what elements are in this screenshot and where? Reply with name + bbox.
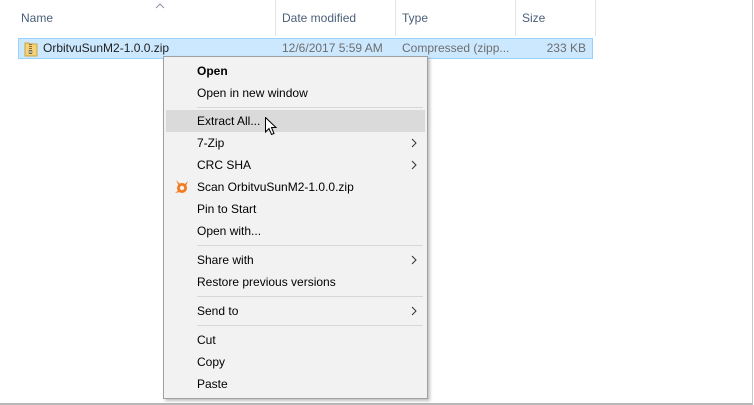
- menu-separator: [197, 296, 423, 297]
- explorer-window: Name Date modified Type Size OrbitvuSunM…: [0, 0, 753, 405]
- menu-cut-label: Cut: [197, 333, 216, 347]
- menu-open-with-label: Open with...: [197, 224, 262, 238]
- menu-paste-label: Paste: [197, 377, 228, 391]
- menu-crc-sha[interactable]: CRC SHA: [166, 154, 425, 176]
- menu-pin-to-start[interactable]: Pin to Start: [166, 198, 425, 220]
- menu-open-new-window-label: Open in new window: [197, 86, 308, 100]
- column-date-label: Date modified: [282, 11, 357, 25]
- chevron-right-icon: [411, 160, 417, 170]
- menu-pin-to-start-label: Pin to Start: [197, 202, 257, 216]
- menu-extract-all-label: Extract All...: [197, 114, 261, 128]
- mouse-cursor-icon: [265, 117, 277, 136]
- menu-separator: [197, 107, 423, 108]
- column-type-label: Type: [402, 11, 429, 25]
- menu-share-with[interactable]: Share with: [166, 249, 425, 271]
- avast-icon: [175, 180, 188, 193]
- menu-send-to-label: Send to: [197, 304, 239, 318]
- menu-open-label: Open: [197, 64, 228, 78]
- column-name[interactable]: Name: [15, 0, 276, 36]
- column-type[interactable]: Type: [396, 0, 516, 36]
- menu-7zip[interactable]: 7-Zip: [166, 132, 425, 154]
- chevron-right-icon: [411, 255, 417, 265]
- menu-cut[interactable]: Cut: [166, 329, 425, 351]
- chevron-right-icon: [411, 306, 417, 316]
- menu-restore-label: Restore previous versions: [197, 275, 336, 289]
- menu-copy-label: Copy: [197, 355, 226, 369]
- column-name-label: Name: [21, 11, 54, 25]
- menu-separator: [197, 245, 423, 246]
- column-date-modified[interactable]: Date modified: [276, 0, 396, 36]
- menu-extract-all[interactable]: Extract All...: [166, 110, 425, 132]
- menu-paste[interactable]: Paste: [166, 373, 425, 395]
- menu-separator: [197, 325, 423, 326]
- file-size: 233 KB: [546, 41, 586, 55]
- menu-open-with[interactable]: Open with...: [166, 220, 425, 242]
- sort-ascending-icon: [155, 3, 165, 9]
- menu-scan-label: Scan OrbitvuSunM2-1.0.0.zip: [197, 180, 354, 194]
- menu-7zip-label: 7-Zip: [197, 136, 225, 150]
- menu-scan[interactable]: Scan OrbitvuSunM2-1.0.0.zip: [166, 176, 425, 198]
- context-menu: Open Open in new window Extract All... 7…: [163, 56, 428, 399]
- column-header: Name Date modified Type Size: [0, 0, 600, 36]
- menu-open[interactable]: Open: [166, 60, 425, 82]
- menu-restore-previous-versions[interactable]: Restore previous versions: [166, 271, 425, 293]
- zip-folder-icon: [24, 42, 38, 57]
- menu-copy[interactable]: Copy: [166, 351, 425, 373]
- menu-share-with-label: Share with: [197, 253, 254, 267]
- column-size[interactable]: Size: [516, 0, 596, 36]
- menu-open-new-window[interactable]: Open in new window: [166, 82, 425, 104]
- column-size-label: Size: [522, 11, 546, 25]
- menu-crc-sha-label: CRC SHA: [197, 158, 252, 172]
- chevron-right-icon: [411, 138, 417, 148]
- menu-send-to[interactable]: Send to: [166, 300, 425, 322]
- file-name: OrbitvuSunM2-1.0.0.zip: [43, 41, 170, 55]
